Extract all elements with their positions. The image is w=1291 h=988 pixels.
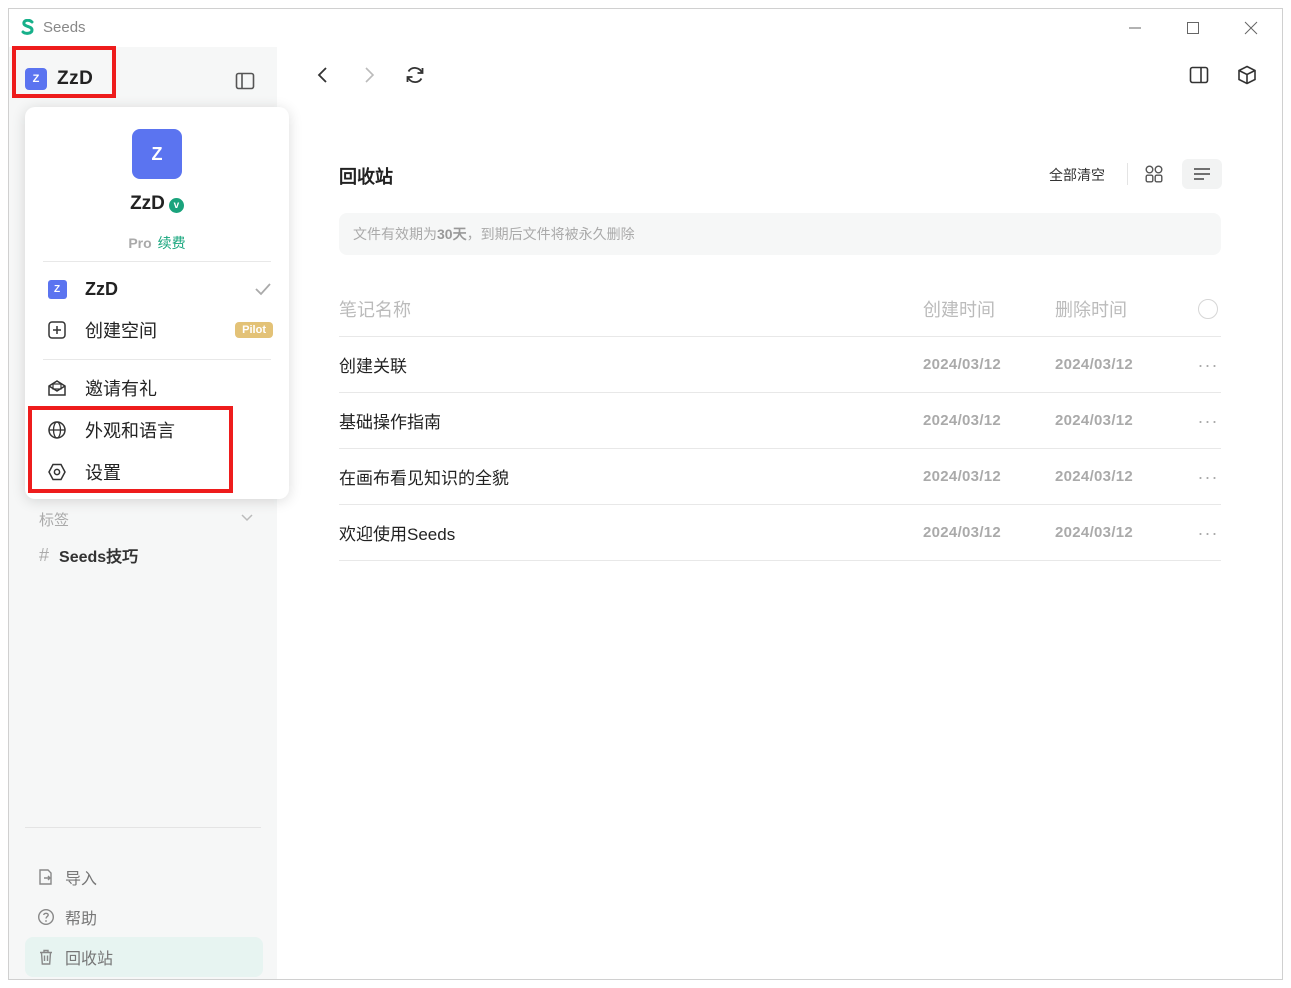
user-name-row: ZzD v xyxy=(25,193,289,215)
menu-item-label: 创建空间 xyxy=(85,321,157,341)
table-row[interactable]: 在画布看见知识的全貌 2024/03/12 2024/03/12 ··· xyxy=(339,449,1221,505)
menu-item-invite[interactable]: 邀请有礼 xyxy=(47,370,273,406)
menu-divider xyxy=(43,261,271,262)
sidebar-item-import[interactable]: 导入 xyxy=(25,857,263,897)
sidebar-divider xyxy=(25,827,261,828)
renew-link[interactable]: 续费 xyxy=(158,235,186,251)
minimize-button[interactable] xyxy=(1115,15,1155,41)
trash-icon xyxy=(40,949,52,965)
title-bar: Seeds xyxy=(9,9,1282,47)
hash-icon: # xyxy=(39,544,50,565)
table-row[interactable]: 基础操作指南 2024/03/12 2024/03/12 ··· xyxy=(339,393,1221,449)
right-panel-toggle[interactable] xyxy=(1187,63,1211,87)
maximize-button[interactable] xyxy=(1173,15,1213,41)
menu-divider xyxy=(43,359,271,360)
more-options-icon[interactable]: ··· xyxy=(1198,356,1219,374)
more-options-icon[interactable]: ··· xyxy=(1198,412,1219,430)
chevron-left-icon xyxy=(317,67,327,83)
cube-button[interactable] xyxy=(1235,63,1259,87)
check-icon xyxy=(255,283,271,296)
menu-item-label: 邀请有礼 xyxy=(85,379,157,399)
minimize-icon xyxy=(1129,27,1141,29)
sidebar-item-trash[interactable]: 回收站 xyxy=(25,937,263,977)
note-name: 在画布看见知识的全貌 xyxy=(339,469,509,488)
forward-button[interactable] xyxy=(357,63,381,87)
page-title: 回收站 xyxy=(339,167,393,187)
notice-text-post: ，到期后文件将被永久删除 xyxy=(466,226,635,242)
plan-row: Pro 续费 xyxy=(25,233,289,253)
workspace-name: ZzD xyxy=(85,278,118,299)
retention-notice: 文件有效期为30天，到期后文件将被永久删除 xyxy=(339,213,1221,255)
created-date: 2024/03/12 xyxy=(923,412,1002,429)
highlight-box-workspace xyxy=(12,46,116,98)
trash-table: 笔记名称 创建时间 删除时间 创建关联 2024/03/12 2024/03/1… xyxy=(339,281,1221,561)
seeds-logo-icon xyxy=(21,19,34,35)
sidebar-item-label: 回收站 xyxy=(65,951,114,968)
tag-item[interactable]: # Seeds技巧 xyxy=(39,543,138,567)
help-icon xyxy=(37,908,55,926)
toolbar-divider xyxy=(1127,163,1128,185)
close-icon xyxy=(1244,21,1258,35)
gift-mail-icon xyxy=(48,380,66,396)
refresh-icon xyxy=(406,67,424,83)
plus-square-icon xyxy=(48,321,66,339)
more-options-icon[interactable]: ··· xyxy=(1198,468,1219,486)
list-view-icon xyxy=(1194,168,1210,180)
sidebar-item-label: 帮助 xyxy=(65,911,98,928)
column-header-deleted: 删除时间 xyxy=(1055,299,1127,320)
chevron-right-icon xyxy=(365,67,375,83)
verified-badge-icon: v xyxy=(168,198,184,213)
table-row[interactable]: 欢迎使用Seeds 2024/03/12 2024/03/12 ··· xyxy=(339,505,1221,561)
deleted-date: 2024/03/12 xyxy=(1055,356,1134,373)
app-title: Seeds xyxy=(43,19,86,36)
column-header-created: 创建时间 xyxy=(923,299,995,320)
table-row[interactable]: 创建关联 2024/03/12 2024/03/12 ··· xyxy=(339,337,1221,393)
tags-section-label: 标签 xyxy=(39,512,70,529)
note-name: 基础操作指南 xyxy=(339,413,441,432)
menu-item-create-space[interactable]: 创建空间 Pilot xyxy=(47,312,273,348)
sidebar-item-help[interactable]: 帮助 xyxy=(25,897,263,937)
pilot-badge: Pilot xyxy=(235,322,273,338)
deleted-date: 2024/03/12 xyxy=(1055,412,1134,429)
clear-all-button[interactable]: 全部清空 xyxy=(1049,165,1105,185)
note-name: 欢迎使用Seeds xyxy=(339,525,456,544)
workspace-avatar: Z xyxy=(47,279,67,299)
import-icon xyxy=(39,869,52,885)
refresh-button[interactable] xyxy=(403,63,427,87)
sidebar-item-label: 导入 xyxy=(65,871,98,888)
tag-name: Seeds技巧 xyxy=(59,549,139,566)
grid-view-icon[interactable] xyxy=(1143,163,1165,185)
select-all-checkbox[interactable] xyxy=(1198,298,1218,319)
maximize-icon xyxy=(1187,22,1199,34)
back-button[interactable] xyxy=(311,63,335,87)
plan-label: Pro xyxy=(128,235,152,251)
panel-right-icon xyxy=(1189,66,1209,84)
menu-item-workspace-zzd[interactable]: Z ZzD xyxy=(47,271,273,307)
created-date: 2024/03/12 xyxy=(923,524,1002,541)
column-header-name: 笔记名称 xyxy=(339,299,411,320)
user-avatar: Z xyxy=(132,129,182,179)
chevron-down-icon[interactable] xyxy=(239,509,255,525)
cube-icon xyxy=(1238,65,1256,85)
notice-days: 30天 xyxy=(437,226,467,242)
created-date: 2024/03/12 xyxy=(923,468,1002,485)
sidebar-toggle-icon[interactable] xyxy=(233,69,257,93)
deleted-date: 2024/03/12 xyxy=(1055,524,1134,541)
highlight-box-settings xyxy=(28,406,233,493)
created-date: 2024/03/12 xyxy=(923,356,1002,373)
table-header: 笔记名称 创建时间 删除时间 xyxy=(339,281,1221,337)
close-button[interactable] xyxy=(1231,15,1271,41)
deleted-date: 2024/03/12 xyxy=(1055,468,1134,485)
user-name: ZzD xyxy=(130,193,165,214)
app-window: Seeds Z ZzD 标签 # Seeds技巧 导入 帮助 回收站 Z ZzD… xyxy=(8,8,1283,980)
more-options-icon[interactable]: ··· xyxy=(1198,524,1219,542)
notice-text-pre: 文件有效期为 xyxy=(353,226,437,242)
note-name: 创建关联 xyxy=(339,357,407,376)
list-view-button[interactable] xyxy=(1182,159,1222,189)
